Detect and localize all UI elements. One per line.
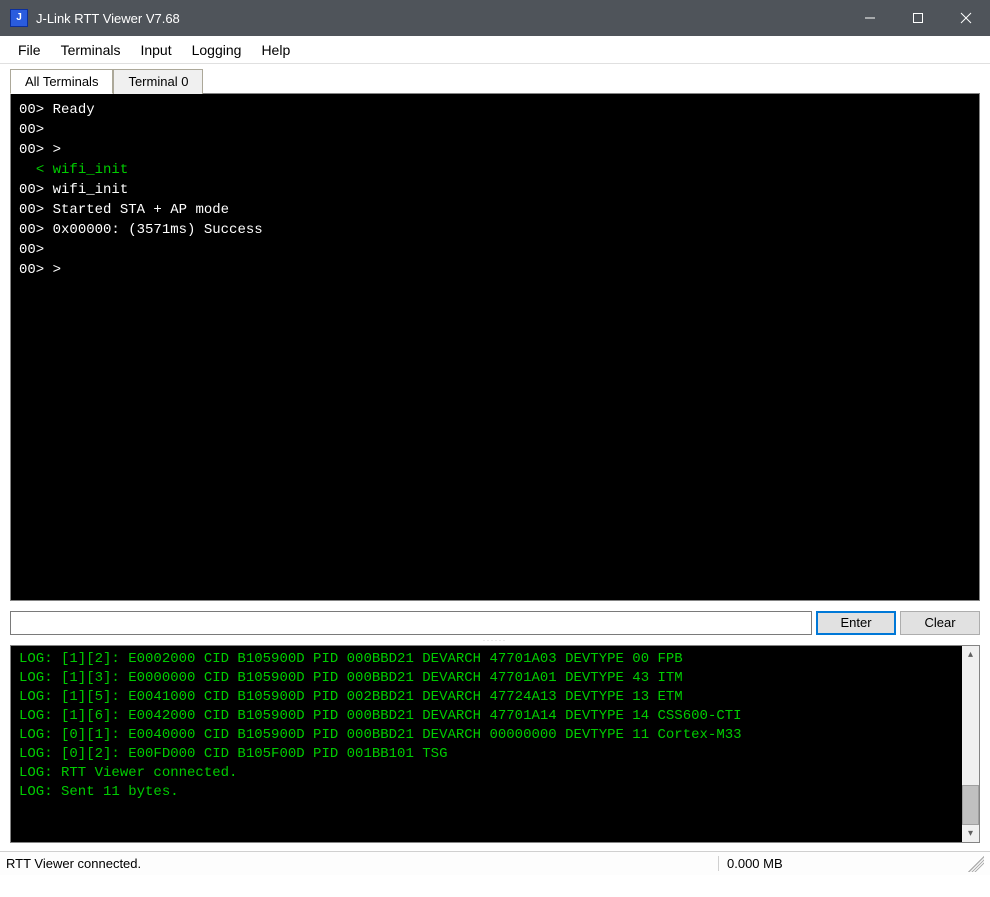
log-line: LOG: [0][1]: E0040000 CID B105900D PID 0…	[19, 726, 954, 745]
menu-logging[interactable]: Logging	[182, 38, 252, 62]
splitter-handle[interactable]: ······	[0, 637, 990, 645]
terminal-line: 00>	[19, 240, 971, 260]
log-panel: LOG: [1][2]: E0002000 CID B105900D PID 0…	[10, 645, 980, 843]
menu-file[interactable]: File	[8, 38, 51, 62]
terminal-line: 00> wifi_init	[19, 180, 971, 200]
log-line: LOG: [1][2]: E0002000 CID B105900D PID 0…	[19, 650, 954, 669]
terminal-line: 00>	[19, 120, 971, 140]
enter-button[interactable]: Enter	[816, 611, 896, 635]
maximize-button[interactable]	[894, 0, 942, 36]
log-line: LOG: RTT Viewer connected.	[19, 764, 954, 783]
terminal-line: 00> Started STA + AP mode	[19, 200, 971, 220]
tab-all-terminals[interactable]: All Terminals	[10, 69, 113, 94]
statusbar: RTT Viewer connected. 0.000 MB	[0, 851, 990, 875]
resize-grip-icon[interactable]	[968, 856, 984, 872]
log-line: LOG: [1][6]: E0042000 CID B105900D PID 0…	[19, 707, 954, 726]
clear-button[interactable]: Clear	[900, 611, 980, 635]
terminal-line: < wifi_init	[19, 160, 971, 180]
log-output[interactable]: LOG: [1][2]: E0002000 CID B105900D PID 0…	[11, 646, 962, 842]
status-bytes: 0.000 MB	[718, 856, 968, 871]
close-button[interactable]	[942, 0, 990, 36]
menu-help[interactable]: Help	[251, 38, 300, 62]
terminal-line: 00> Ready	[19, 100, 971, 120]
terminal-line: 00> 0x00000: (3571ms) Success	[19, 220, 971, 240]
log-line: LOG: [1][5]: E0041000 CID B105900D PID 0…	[19, 688, 954, 707]
log-line: LOG: [0][2]: E00FD000 CID B105F00D PID 0…	[19, 745, 954, 764]
menubar: File Terminals Input Logging Help	[0, 36, 990, 64]
terminal-line: 00> >	[19, 260, 971, 280]
scroll-thumb[interactable]	[962, 785, 979, 825]
log-scrollbar[interactable]: ▴ ▾	[962, 646, 979, 842]
window-title: J-Link RTT Viewer V7.68	[36, 11, 180, 26]
scroll-down-button[interactable]: ▾	[962, 825, 979, 842]
titlebar: J J-Link RTT Viewer V7.68	[0, 0, 990, 36]
menu-terminals[interactable]: Terminals	[51, 38, 131, 62]
app-icon: J	[10, 9, 28, 27]
menu-input[interactable]: Input	[130, 38, 181, 62]
scroll-up-button[interactable]: ▴	[962, 646, 979, 663]
input-row: Enter Clear	[0, 601, 990, 635]
command-input[interactable]	[10, 611, 812, 635]
minimize-button[interactable]	[846, 0, 894, 36]
terminal-line: 00> >	[19, 140, 971, 160]
minimize-icon	[864, 12, 876, 24]
status-message: RTT Viewer connected.	[6, 856, 718, 871]
tab-terminal-0[interactable]: Terminal 0	[113, 69, 203, 94]
log-line: LOG: [1][3]: E0000000 CID B105900D PID 0…	[19, 669, 954, 688]
terminal-output[interactable]: 00> Ready00>00> > < wifi_init00> wifi_in…	[10, 93, 980, 601]
maximize-icon	[912, 12, 924, 24]
scroll-track[interactable]	[962, 663, 979, 825]
log-line: LOG: Sent 11 bytes.	[19, 783, 954, 802]
close-icon	[960, 12, 972, 24]
tab-row: All Terminals Terminal 0	[0, 64, 990, 93]
